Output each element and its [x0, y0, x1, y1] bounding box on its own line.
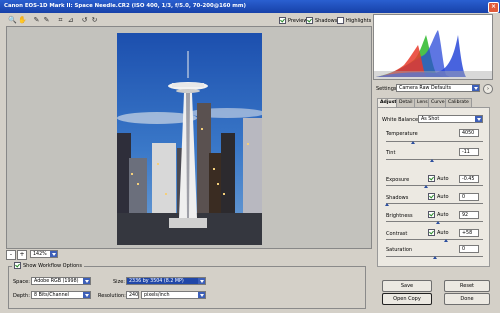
brightness-input[interactable]: 92: [459, 211, 479, 219]
shadows-slider-thumb[interactable]: [385, 203, 389, 206]
size-select[interactable]: 2336 by 3504 (8.2 MP): [126, 277, 206, 285]
shadows-auto-checkbox[interactable]: Auto: [428, 193, 449, 200]
exposure-slider[interactable]: [386, 185, 483, 186]
zoom-level-select[interactable]: 142%: [30, 250, 58, 258]
contrast-slider-thumb[interactable]: [444, 239, 448, 242]
chevron-down-icon: [85, 294, 89, 297]
contrast-slider[interactable]: [386, 239, 483, 240]
chevron-down-icon: [200, 294, 204, 297]
temperature-input[interactable]: 4050: [459, 129, 479, 137]
preview-check-icon[interactable]: [279, 17, 286, 24]
rotate-left-icon[interactable]: ↺: [80, 16, 89, 25]
preview-checkbox[interactable]: Preview: [279, 17, 307, 24]
resolution-label: Resolution:: [98, 293, 126, 299]
exposure-slider-thumb[interactable]: [424, 185, 428, 188]
saturation-slider-thumb[interactable]: [433, 256, 437, 259]
brightness-slider[interactable]: [386, 221, 483, 222]
brightness-label: Brightness: [386, 213, 413, 219]
chevron-down-icon: [474, 87, 478, 90]
settings-select[interactable]: Camera Raw Defaults: [396, 84, 480, 92]
brightness-slider-thumb[interactable]: [436, 221, 440, 224]
white-balance-label: White Balance:: [382, 117, 420, 123]
white-balance-tool-icon[interactable]: ✎: [32, 16, 41, 25]
window-title: Canon EOS-1D Mark II: Space Needle.CR2 (…: [4, 3, 246, 9]
tab-detail[interactable]: Detail: [396, 98, 416, 107]
size-label: Size:: [113, 279, 125, 285]
adjust-panel: White Balance: As Shot Temperature 4050 …: [377, 107, 490, 267]
shadows-label: Shadows: [386, 195, 409, 201]
workflow-check-icon[interactable]: [14, 262, 21, 269]
space-select[interactable]: Adobe RGB (1998): [31, 277, 91, 285]
resolution-unit-select[interactable]: pixels/inch: [141, 291, 206, 299]
space-label: Space:: [13, 279, 30, 285]
contrast-auto-checkbox[interactable]: Auto: [428, 229, 449, 236]
panel-tabs: Adjust Detail Lens Curve Calibrate: [377, 98, 492, 108]
exposure-input[interactable]: -0.45: [459, 175, 479, 183]
contrast-auto-check-icon[interactable]: [428, 229, 435, 236]
resolution-input[interactable]: 240: [126, 291, 139, 299]
chevron-down-icon: [85, 280, 89, 283]
rotate-right-icon[interactable]: ↻: [90, 16, 99, 25]
space-needle-photo: [117, 33, 262, 245]
reset-button[interactable]: Reset: [444, 280, 490, 292]
tint-slider-thumb[interactable]: [430, 159, 434, 162]
zoom-tool-icon[interactable]: 🔍: [8, 16, 17, 25]
settings-menu-icon[interactable]: ›: [483, 84, 493, 94]
show-workflow-checkbox[interactable]: Show Workflow Options: [12, 262, 84, 269]
save-button[interactable]: Save: [382, 280, 432, 292]
exposure-auto-check-icon[interactable]: [428, 175, 435, 182]
highlights-check-icon[interactable]: [337, 17, 344, 24]
highlights-checkbox[interactable]: Highlights: [337, 17, 371, 24]
temperature-label: Temperature: [386, 131, 418, 137]
color-sampler-tool-icon[interactable]: ✎: [42, 16, 51, 25]
brightness-auto-check-icon[interactable]: [428, 211, 435, 218]
temperature-slider[interactable]: [386, 141, 483, 142]
exposure-auto-checkbox[interactable]: Auto: [428, 175, 449, 182]
shadows-checkbox[interactable]: Shadows: [306, 17, 337, 24]
contrast-label: Contrast: [386, 231, 408, 237]
tint-input[interactable]: -11: [459, 148, 479, 156]
tint-slider[interactable]: [386, 159, 483, 160]
chevron-down-icon: [200, 280, 204, 283]
done-button[interactable]: Done: [444, 293, 490, 305]
saturation-label: Saturation: [386, 247, 413, 253]
workflow-options-panel: [8, 266, 366, 309]
zoom-out-button[interactable]: -: [6, 250, 16, 260]
depth-label: Depth:: [13, 293, 30, 299]
title-bar: Canon EOS-1D Mark II: Space Needle.CR2 (…: [0, 0, 500, 13]
contrast-input[interactable]: +58: [459, 229, 479, 237]
depth-select[interactable]: 8 Bits/Channel: [31, 291, 91, 299]
tint-label: Tint: [386, 150, 396, 156]
straighten-tool-icon[interactable]: ⊿: [66, 16, 75, 25]
shadows-slider[interactable]: [386, 203, 483, 204]
crop-tool-icon[interactable]: ⌗: [56, 16, 65, 25]
close-icon[interactable]: ×: [488, 2, 499, 13]
saturation-input[interactable]: 0: [459, 245, 479, 253]
open-copy-button[interactable]: Open Copy: [382, 293, 432, 305]
settings-label: Settings:: [376, 86, 399, 92]
chevron-down-icon: [52, 253, 56, 256]
histogram: [373, 14, 493, 80]
zoom-in-button[interactable]: +: [17, 250, 27, 260]
white-balance-select[interactable]: As Shot: [418, 115, 483, 123]
brightness-auto-checkbox[interactable]: Auto: [428, 211, 449, 218]
shadows-check-icon[interactable]: [306, 17, 313, 24]
chevron-down-icon: [477, 118, 481, 121]
tab-calibrate[interactable]: Calibrate: [445, 98, 472, 107]
exposure-label: Exposure: [386, 177, 410, 183]
hand-tool-icon[interactable]: ✋: [18, 16, 27, 25]
shadows-input[interactable]: 0: [459, 193, 479, 201]
shadows-auto-check-icon[interactable]: [428, 193, 435, 200]
temperature-slider-thumb[interactable]: [411, 141, 415, 144]
